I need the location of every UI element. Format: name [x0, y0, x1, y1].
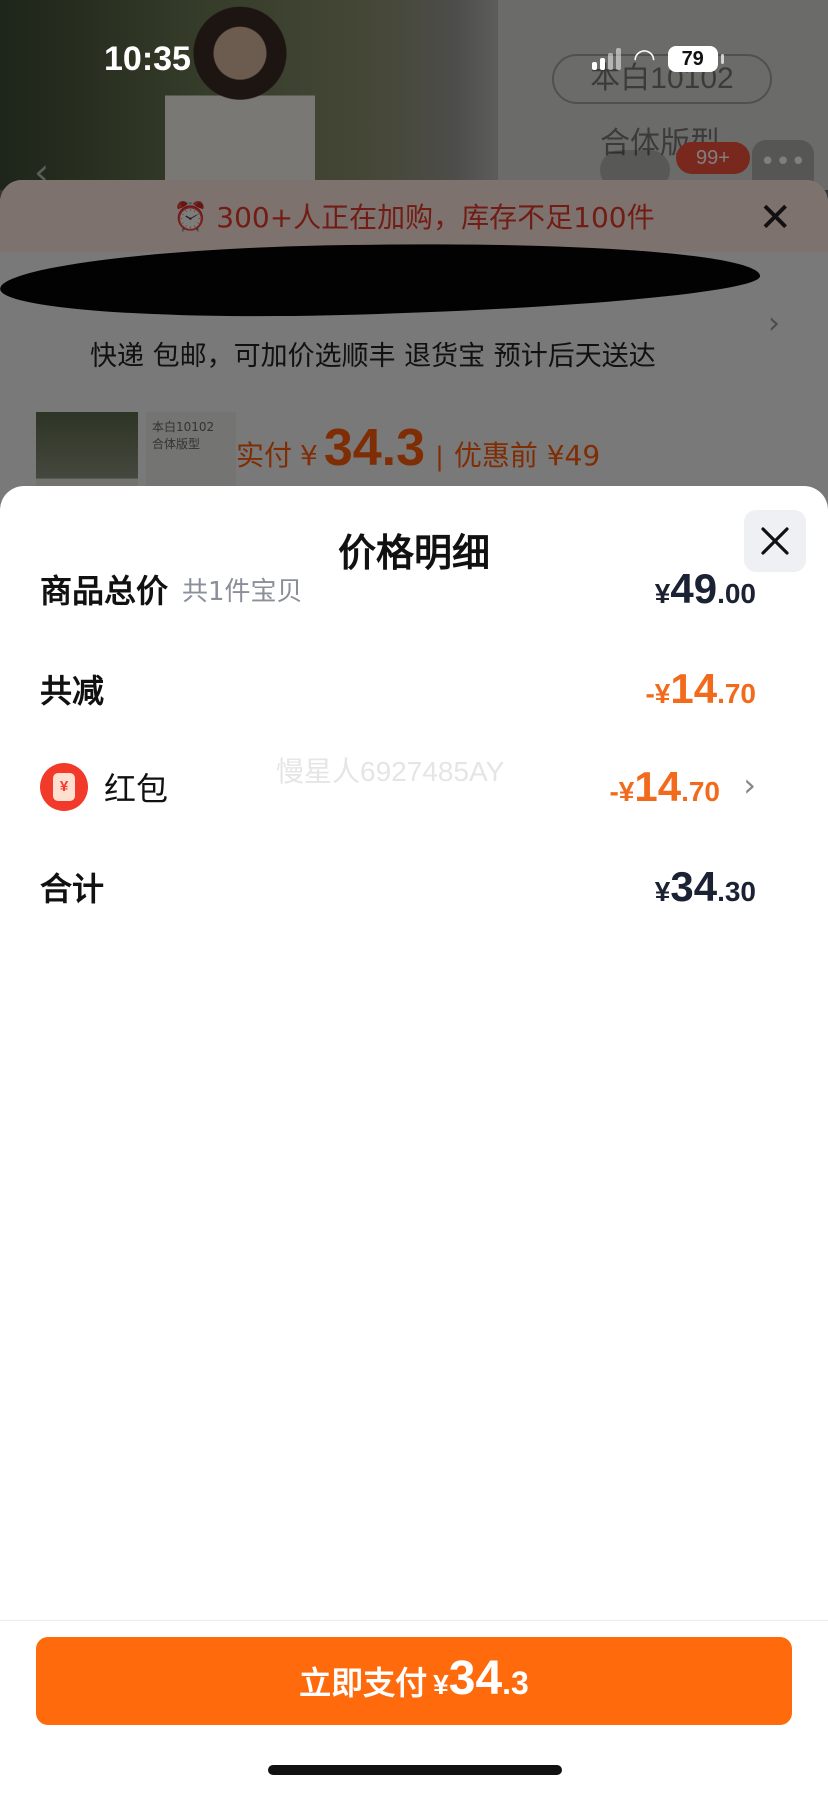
background-page: 本白10102 合体版型 ‹ 99+ ••• ⏰ 300+人正在加购，库存不足1… — [0, 0, 828, 520]
total-yen: ¥ — [654, 876, 671, 907]
red-packet-amount: -¥ 14 .70 — [609, 763, 720, 811]
pay-dec: .3 — [502, 1665, 529, 1701]
wifi-icon: ◠ — [633, 44, 656, 74]
total-int: 34 — [670, 863, 718, 910]
red-packet-yen: -¥ — [609, 776, 635, 807]
price-detail-sheet: 价格明细 慢星人6927485AY 商品总价 共1件宝贝 ¥ 49 .00 共减… — [0, 486, 828, 1796]
subtotal-dec: .00 — [717, 578, 756, 609]
item-count: 共1件宝贝 — [182, 576, 303, 607]
pay-yen: ¥ — [433, 1669, 449, 1700]
pay-int: 34 — [448, 1652, 503, 1705]
subtotal-int: 49 — [670, 565, 718, 612]
discount-dec: .70 — [717, 678, 756, 709]
status-icons: ◠ 79 — [592, 44, 724, 74]
grand-total-row: 合计 ¥ 34 .30 — [40, 862, 756, 912]
pay-now-button[interactable]: 立即支付 ¥ 34 .3 — [36, 1637, 792, 1725]
status-time: 10:35 — [104, 40, 191, 78]
red-packet-yen-glyph: ¥ — [53, 773, 75, 801]
red-packet-icon: ¥ — [40, 763, 88, 811]
close-button[interactable] — [744, 510, 806, 572]
discount-int: 14 — [670, 665, 718, 712]
red-packet-label: 红包 — [104, 770, 169, 808]
subtotal-row: 商品总价 共1件宝贝 ¥ 49 .00 — [40, 564, 756, 614]
discount-yen: -¥ — [645, 678, 671, 709]
total-discount-amount: -¥ 14 .70 — [645, 665, 756, 713]
subtotal-amount: ¥ 49 .00 — [655, 565, 756, 613]
total-discount-label: 共减 — [40, 672, 105, 710]
subtotal-yen: ¥ — [654, 578, 671, 609]
total-discount-row: 共减 -¥ 14 .70 — [40, 664, 756, 714]
close-icon — [761, 527, 789, 555]
battery-icon: 79 — [667, 46, 724, 72]
red-packet-int: 14 — [634, 763, 682, 810]
subtotal-label: 商品总价 — [40, 572, 169, 610]
chevron-right-icon[interactable]: › — [743, 766, 756, 804]
red-packet-row[interactable]: ¥ 红包 -¥ 14 .70 › — [40, 762, 756, 812]
pay-label: 立即支付 — [299, 1664, 428, 1702]
grand-total-amount: ¥ 34 .30 — [655, 863, 756, 911]
red-packet-dec: .70 — [681, 776, 720, 807]
total-dec: .30 — [717, 876, 756, 907]
cellular-signal-icon — [592, 48, 621, 70]
bottom-action-bar: 立即支付 ¥ 34 .3 — [0, 1620, 828, 1796]
grand-total-label: 合计 — [40, 870, 105, 908]
home-indicator[interactable] — [268, 1765, 562, 1775]
